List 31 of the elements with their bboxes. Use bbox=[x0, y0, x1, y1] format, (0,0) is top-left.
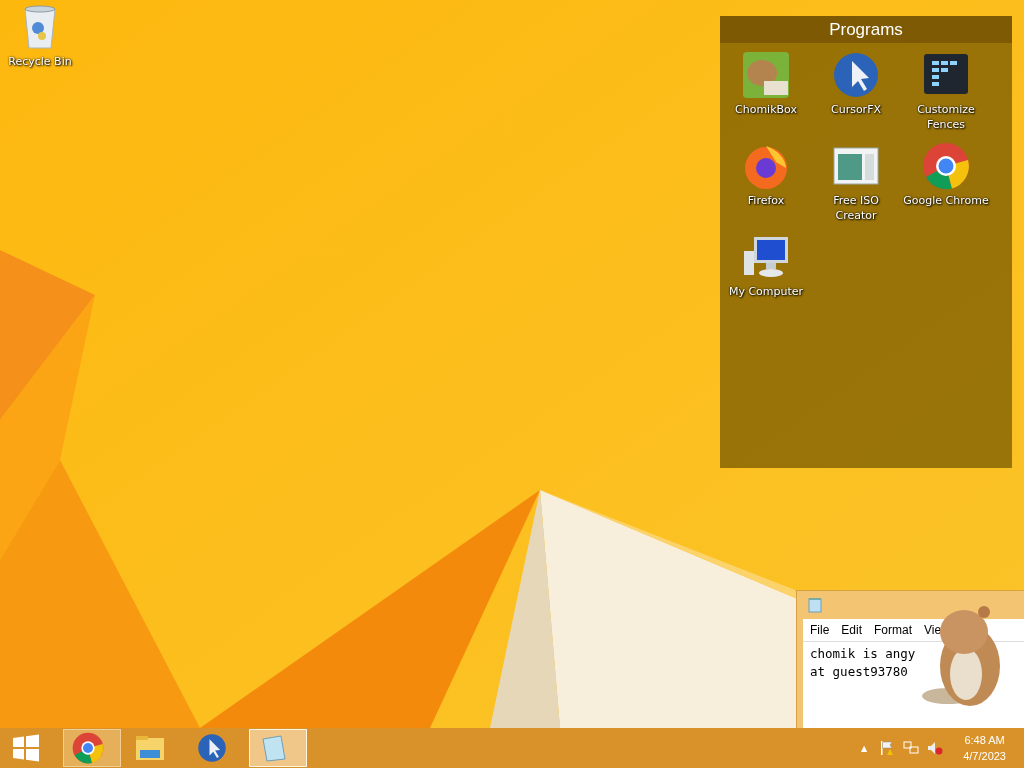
icon-label[interactable]: My Computer bbox=[723, 284, 809, 299]
menu-item[interactable]: Format bbox=[874, 623, 913, 637]
notepad-icon bbox=[259, 733, 289, 763]
recycle-bin-icon[interactable] bbox=[22, 4, 58, 50]
flag-icon[interactable] bbox=[879, 740, 896, 756]
windows-icon bbox=[12, 734, 40, 762]
clock-date[interactable]: 4/7/2023 bbox=[963, 748, 1006, 764]
text-line: chomik is angy bbox=[810, 645, 917, 663]
show-hidden-icons-button[interactable]: ▲ bbox=[861, 743, 868, 753]
taskbar-button[interactable] bbox=[63, 729, 121, 767]
cursor-icon bbox=[197, 733, 227, 763]
cursor-icon[interactable] bbox=[832, 51, 880, 99]
text-line: at guest93780 bbox=[810, 663, 909, 681]
clock-time[interactable]: 6:48 AM bbox=[964, 732, 1005, 748]
icon-label[interactable]: Firefox bbox=[723, 193, 809, 208]
icon-label[interactable]: ChomikBox bbox=[723, 102, 809, 117]
speaker-muted-icon[interactable] bbox=[927, 740, 944, 756]
icon-label[interactable]: Customize Fences bbox=[903, 102, 989, 132]
fence-title: Programs bbox=[720, 16, 1012, 43]
network-icon[interactable] bbox=[903, 740, 920, 756]
taskbar-button[interactable] bbox=[249, 729, 307, 767]
icon-label[interactable]: Google Chrome bbox=[903, 193, 989, 208]
hamster-box-icon[interactable] bbox=[742, 51, 790, 99]
menu-item[interactable]: File bbox=[810, 623, 830, 637]
notepad-icon bbox=[808, 597, 822, 613]
icon-label[interactable]: Free ISO Creator bbox=[813, 193, 899, 223]
icon-label[interactable]: CursorFX bbox=[813, 102, 899, 117]
chrome-icon[interactable] bbox=[922, 142, 970, 190]
menu-item[interactable]: Vie bbox=[924, 623, 942, 637]
chrome-icon bbox=[72, 732, 104, 764]
menu-item[interactable]: Edit bbox=[841, 623, 863, 637]
